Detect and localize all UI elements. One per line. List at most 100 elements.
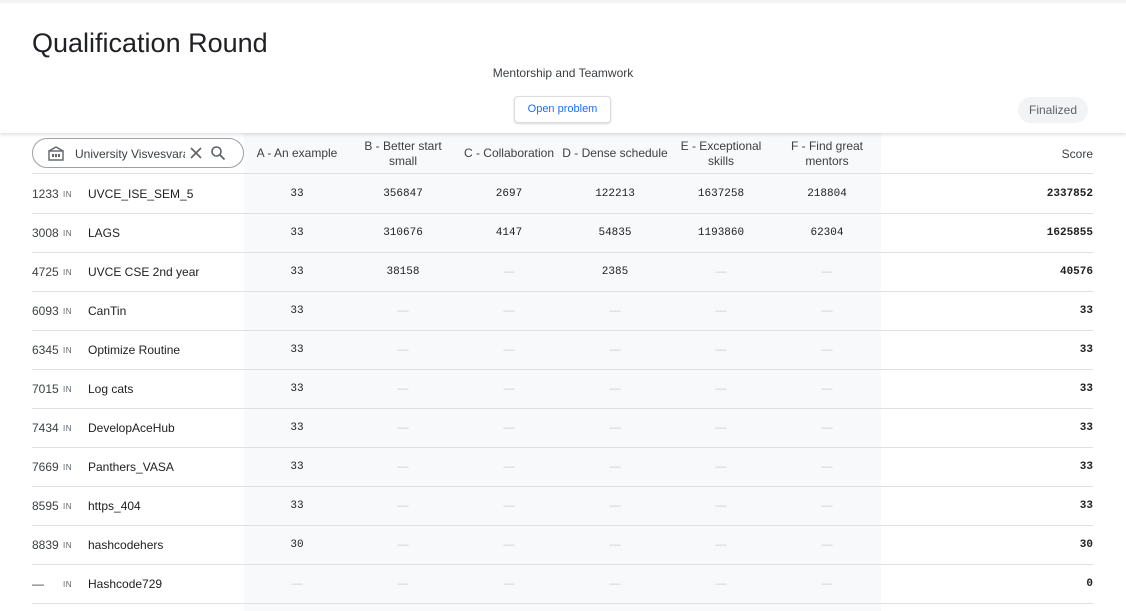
problem-score-a: — (291, 578, 303, 590)
column-header-score[interactable]: Score (1062, 133, 1093, 174)
problem-score-b: — (397, 500, 409, 512)
team-name[interactable]: UVCE CSE 2nd year (88, 253, 199, 291)
problem-score-e: — (715, 344, 727, 356)
country-code: IN (63, 541, 72, 550)
country-code: IN (63, 190, 72, 199)
problem-score-a: 33 (290, 344, 304, 356)
problem-score-e: 1193860 (697, 227, 745, 239)
problem-score-d: — (609, 500, 621, 512)
problem-score-a: 33 (290, 461, 304, 473)
table-row[interactable]: 8595 IN https_404 33 — — — — — 33 (32, 487, 1093, 526)
problem-score-c: — (503, 344, 515, 356)
team-name[interactable]: LAGS (88, 214, 120, 252)
problem-score-a: 33 (290, 422, 304, 434)
column-header-a[interactable]: A - An example (244, 133, 350, 174)
total-score: 33 (1079, 461, 1093, 473)
problem-score-f: — (821, 305, 833, 317)
team-name[interactable]: Hashcode729 (88, 565, 162, 603)
problem-score-c: — (503, 578, 515, 590)
status-badge: Finalized (1018, 97, 1088, 123)
total-score: 40576 (1059, 266, 1093, 278)
total-score: 33 (1079, 383, 1093, 395)
country-code: IN (63, 268, 72, 277)
problem-score-c: — (503, 461, 515, 473)
problem-score-a: 33 (290, 305, 304, 317)
university-filter[interactable] (32, 138, 244, 168)
problem-score-a: 33 (290, 266, 304, 278)
search-icon[interactable] (210, 145, 226, 161)
team-name[interactable]: https_404 (88, 487, 141, 525)
problem-score-a: 33 (290, 500, 304, 512)
rank: 7669 (32, 460, 59, 474)
problem-score-f: — (821, 422, 833, 434)
team-name[interactable]: Optimize Routine (88, 331, 180, 369)
problem-score-c: — (503, 539, 515, 551)
problem-score-c: — (503, 305, 515, 317)
problem-score-b: — (397, 383, 409, 395)
table-row[interactable]: 6093 IN CanTin 33 — — — — — 33 (32, 292, 1093, 331)
total-score: 33 (1079, 305, 1093, 317)
table-row[interactable]: — IN Hashcode729 — — — — — — 0 (32, 565, 1093, 604)
table-row[interactable]: 4725 IN UVCE CSE 2nd year 33 38158 — 2385 — — 405… (32, 253, 1093, 292)
rank: 8595 (32, 499, 59, 513)
problem-score-f: — (821, 578, 833, 590)
column-header-e[interactable]: E - Exceptional skills (668, 133, 774, 174)
school-icon (48, 146, 64, 161)
table-row[interactable]: 1233 IN UVCE_ISE_SEM_5 33 356847 2697 122213 16… (32, 175, 1093, 214)
table-row[interactable]: 3008 IN LAGS 33 310676 4147 54835 1193860 62304 1… (32, 214, 1093, 253)
problem-score-d: 122213 (595, 188, 635, 200)
university-search-input[interactable] (75, 145, 185, 163)
table-row[interactable]: 7434 IN DevelopAceHub 33 — — — — — 33 (32, 409, 1093, 448)
problem-score-e: — (715, 461, 727, 473)
table-row[interactable]: 7015 IN Log cats 33 — — — — — 33 (32, 370, 1093, 409)
total-score: 33 (1079, 422, 1093, 434)
column-header-d[interactable]: D - Dense schedule (562, 133, 668, 174)
problem-score-d: 54835 (598, 227, 632, 239)
open-problem-button[interactable]: Open problem (514, 96, 611, 123)
rank: 6345 (32, 343, 59, 357)
total-score: 1625855 (1046, 227, 1093, 239)
team-name[interactable]: hashcodehers (88, 526, 163, 564)
team-name[interactable]: DevelopAceHub (88, 409, 175, 447)
table-row[interactable]: 8839 IN hashcodehers 30 — — — — — 30 (32, 526, 1093, 565)
problem-score-e: — (715, 305, 727, 317)
page-title: Qualification Round (32, 28, 268, 58)
problem-score-b: — (397, 578, 409, 590)
problem-score-f: — (821, 383, 833, 395)
team-name[interactable]: UVCE_ISE_SEM_5 (88, 175, 193, 213)
problem-score-e: — (715, 539, 727, 551)
problem-score-a: 33 (290, 188, 304, 200)
rank: 8839 (32, 538, 59, 552)
problem-score-c: 2697 (495, 188, 523, 200)
problem-score-f: — (821, 266, 833, 278)
problem-score-e: — (715, 500, 727, 512)
problem-score-b: — (397, 461, 409, 473)
problem-score-d: — (609, 578, 621, 590)
problem-score-c: — (503, 500, 515, 512)
total-score: 0 (1086, 578, 1093, 590)
close-icon[interactable] (188, 145, 204, 161)
team-name[interactable]: CanTin (88, 292, 126, 330)
rank: 4725 (32, 265, 59, 279)
rank: 6093 (32, 304, 59, 318)
problem-score-b: 310676 (383, 227, 423, 239)
problem-score-e: — (715, 383, 727, 395)
problem-score-e: — (715, 422, 727, 434)
country-code: IN (63, 385, 72, 394)
column-header-b[interactable]: B - Better start small (350, 133, 456, 174)
country-code: IN (63, 463, 72, 472)
country-code: IN (63, 307, 72, 316)
column-header-c[interactable]: C - Collaboration (456, 133, 562, 174)
problem-score-d: — (609, 539, 621, 551)
team-name[interactable]: Panthers_VASA (88, 448, 174, 486)
problem-score-b: 38158 (386, 266, 420, 278)
column-header-f[interactable]: F - Find great mentors (774, 133, 880, 174)
problem-score-d: — (609, 344, 621, 356)
problem-score-d: — (609, 422, 621, 434)
rank: 7434 (32, 421, 59, 435)
table-row[interactable]: 7669 IN Panthers_VASA 33 — — — — — 33 (32, 448, 1093, 487)
team-name[interactable]: Log cats (88, 370, 133, 408)
problem-score-e: 1637258 (697, 188, 745, 200)
table-row[interactable]: 6345 IN Optimize Routine 33 — — — — — 33 (32, 331, 1093, 370)
problem-score-b: — (397, 305, 409, 317)
